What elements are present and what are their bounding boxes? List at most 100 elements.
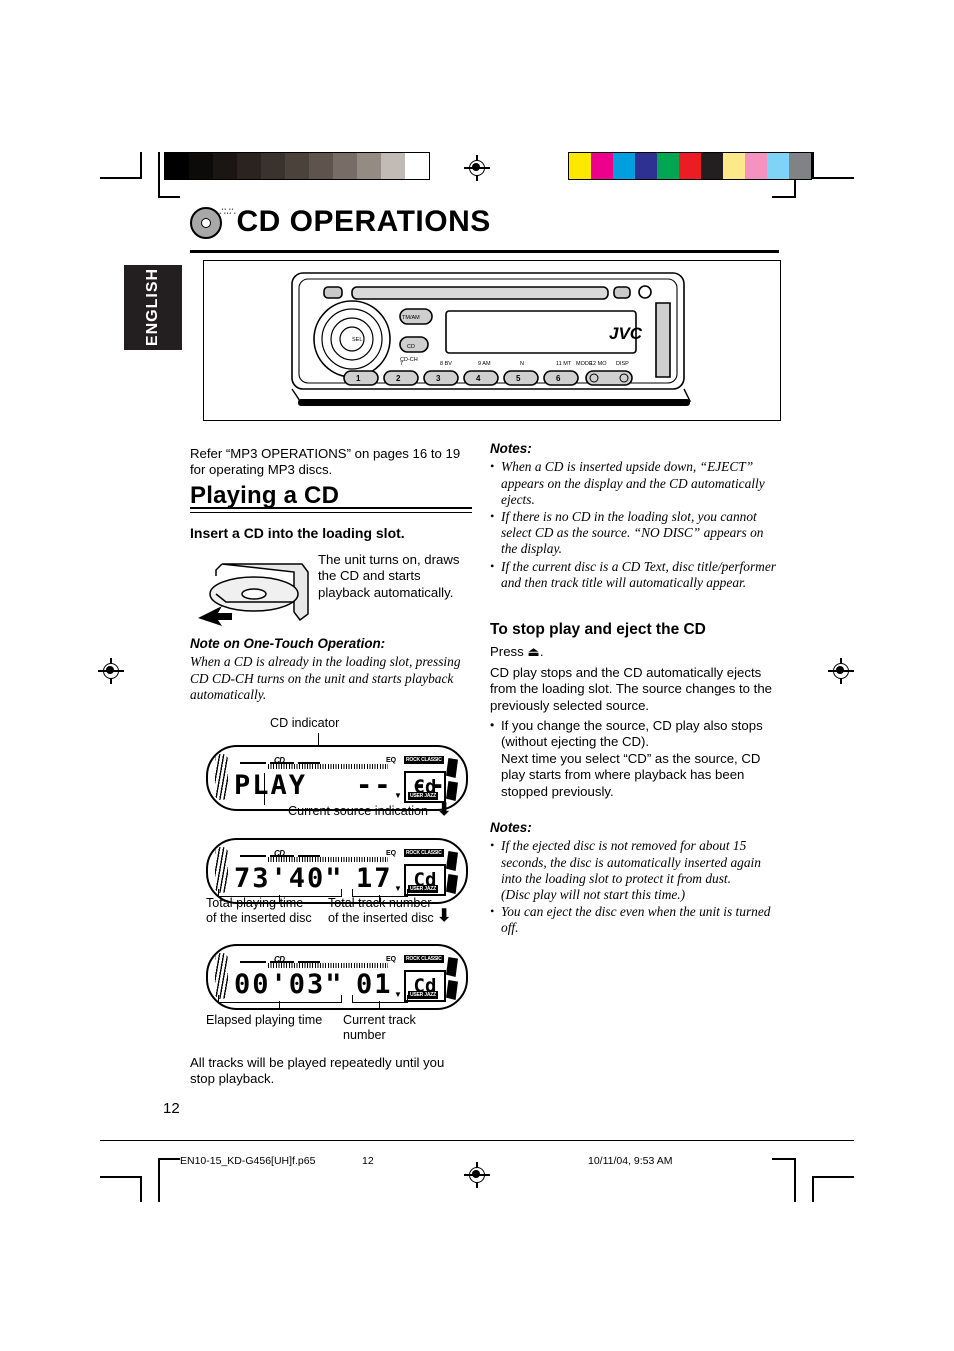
color-patch-9: [767, 153, 789, 179]
grayscale-patch-9: [381, 153, 405, 179]
svg-text:1: 1: [356, 374, 361, 383]
lcd-hash-bar: [268, 764, 388, 769]
grayscale-patch-2: [213, 153, 237, 179]
crop-mark-tl-h: [100, 177, 142, 179]
color-patch-4: [657, 153, 679, 179]
crop-mark-tl-h2: [158, 196, 180, 198]
grayscale-calibration-bar: [164, 152, 430, 180]
notes2-a2: (Disc play will not start this time.): [501, 887, 686, 903]
lcd-display-play: CD PLAY -- -- EQ Cd ROCK CLASSIC USER JAZZ ▼: [206, 745, 468, 811]
current-track-tick: [379, 1001, 381, 1008]
total-track-label: Total track number of the inserted disc: [328, 896, 434, 925]
eq-icon: EQ: [386, 956, 397, 963]
crop-mark-tr-h2: [772, 196, 796, 198]
lcd-main-text: PLAY: [234, 770, 308, 801]
grayscale-patch-3: [237, 153, 261, 179]
lcd-tag-rock-classic: ROCK CLASSIC: [404, 955, 444, 963]
flow-arrow-1: ⬇: [437, 800, 452, 819]
one-touch-heading: Note on One-Touch Operation:: [190, 636, 386, 651]
source-leader-v: [264, 773, 266, 805]
crop-mark-tl-v2: [158, 152, 160, 197]
list-item: If there is no CD in the loading slot, y…: [490, 508, 780, 558]
lcd-tag-rock-classic: ROCK CLASSIC: [404, 849, 444, 857]
elapsed-time-label: Elapsed playing time: [206, 1013, 323, 1027]
stop-eject-heading: To stop play and eject the CD: [490, 621, 706, 638]
footer-filename: EN10-15_KD-G456[UH]f.p65: [180, 1155, 316, 1167]
color-patch-5: [679, 153, 701, 179]
svg-text:12 MO: 12 MO: [590, 361, 607, 367]
svg-text:3: 3: [436, 374, 441, 383]
lcd-wedge-top: [446, 851, 458, 871]
intro-paragraph: Refer “MP3 OPERATIONS” on pages 16 to 19…: [190, 446, 461, 478]
grayscale-patch-5: [285, 153, 309, 179]
eq-icon: EQ: [386, 850, 397, 857]
grayscale-patch-8: [357, 153, 381, 179]
list-item: If you change the source, CD play also s…: [490, 717, 780, 800]
crop-mark-tr-v1: [812, 152, 814, 178]
color-patch-8: [745, 153, 767, 179]
cd-indicator-label: CD indicator: [270, 716, 340, 730]
footer-page: 12: [362, 1155, 374, 1167]
unit-illustration-box: JVC TM/AM CD CD-CH SEL 7 8 BV 9 AM N 11 …: [203, 260, 781, 421]
color-patch-7: [723, 153, 745, 179]
notes2-heading: Notes:: [490, 820, 532, 835]
list-item: You can eject the disc even when the uni…: [490, 903, 780, 936]
lcd-wedge-top: [446, 758, 458, 778]
crop-mark-tl-v1: [140, 152, 142, 178]
crop-mark-br-v: [812, 1176, 814, 1202]
grayscale-patch-1: [189, 153, 213, 179]
crop-mark-br-h2: [772, 1158, 796, 1160]
lcd-hash-bar: [268, 857, 388, 862]
lcd-wedge-bottom: [446, 980, 458, 1000]
svg-text:N: N: [520, 361, 524, 367]
svg-text:TM/AM: TM/AM: [402, 315, 420, 321]
crop-mark-bl-h: [100, 1176, 142, 1178]
notes-block-1: Notes: When a CD is inserted upside down…: [490, 441, 780, 592]
lcd-tag-user-jazz: USER JAZZ: [408, 885, 438, 893]
lcd-wedge-bottom: [446, 781, 458, 801]
left-column-intro: Refer “MP3 OPERATIONS” on pages 16 to 19…: [190, 446, 472, 483]
lcd-wedge-top: [446, 957, 458, 977]
playing-a-cd-section: Playing a CD Insert a CD into the loadin…: [190, 483, 472, 546]
stop-eject-list: If you change the source, CD play also s…: [490, 717, 780, 800]
closing-paragraph: All tracks will be played repeatedly unt…: [190, 1055, 445, 1087]
svg-text:2: 2: [396, 374, 401, 383]
grayscale-patch-7: [333, 153, 357, 179]
color-patch-1: [591, 153, 613, 179]
lcd-hash-bar: [268, 963, 388, 968]
grayscale-patch-0: [165, 153, 189, 179]
eq-icon: EQ: [386, 757, 397, 764]
stop-bullet-b: Next time you select “CD” as the source,…: [501, 750, 761, 799]
svg-text:JVC: JVC: [609, 324, 643, 343]
svg-text:7: 7: [400, 361, 403, 367]
list-item: When a CD is inserted upside down, “EJEC…: [490, 458, 780, 508]
color-patch-0: [569, 153, 591, 179]
color-patch-6: [701, 153, 723, 179]
notes2-a1: If the ejected disc is not removed for a…: [501, 838, 761, 886]
list-item: If the ejected disc is not removed for a…: [490, 837, 780, 903]
chapter-title-text: CD OPERATIONS: [236, 205, 491, 238]
stop-eject-section: To stop play and eject the CD Press ⏏. C…: [490, 621, 780, 801]
svg-text:DISP: DISP: [616, 361, 629, 367]
insert-caption: The unit turns on, draws the CD and star…: [318, 552, 460, 600]
current-track-label: Current track number: [343, 1013, 416, 1042]
lcd-tag-user-jazz: USER JAZZ: [408, 792, 438, 800]
color-patch-2: [613, 153, 635, 179]
stop-eject-body: CD play stops and the CD automatically e…: [490, 664, 772, 713]
one-touch-note: Note on One-Touch Operation: When a CD i…: [190, 636, 472, 703]
color-patch-3: [635, 153, 657, 179]
svg-text:5: 5: [516, 374, 521, 383]
svg-text:CD: CD: [407, 344, 415, 350]
svg-text:SEL: SEL: [352, 337, 362, 343]
lcd-wedge-bottom: [446, 874, 458, 894]
lcd-level-meter: [215, 847, 228, 893]
crop-mark-bl-v: [140, 1176, 142, 1202]
current-source-label: Current source indication: [288, 804, 429, 818]
notes1-list: When a CD is inserted upside down, “EJEC…: [490, 458, 780, 591]
crop-mark-br-h: [812, 1176, 854, 1178]
page-title: ∴∵∴ CD OPERATIONS: [190, 205, 780, 239]
lcd-level-meter: [215, 953, 228, 999]
crop-mark-bl-h2: [158, 1158, 180, 1160]
cd-insertion-illustration: [196, 556, 316, 628]
language-tab-english: ENGLISH: [124, 265, 182, 350]
